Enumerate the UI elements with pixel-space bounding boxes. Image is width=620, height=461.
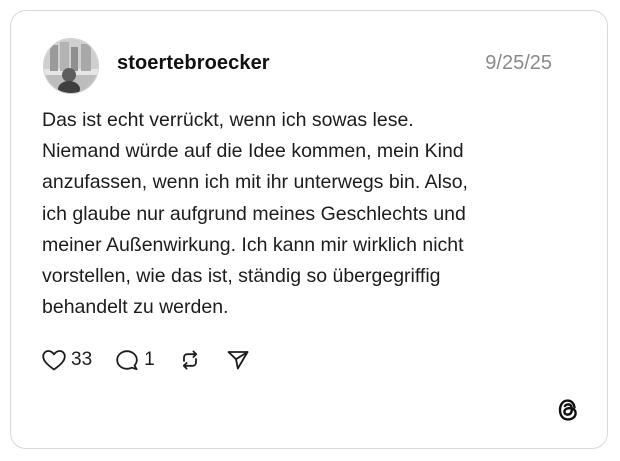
username[interactable]: stoertebroecker (117, 52, 270, 75)
threads-logo-icon[interactable] (555, 396, 581, 424)
share-icon (225, 348, 251, 372)
like-button[interactable]: 33 (41, 348, 92, 372)
post-text: Das ist echt verrückt, wenn ich sowas le… (42, 109, 468, 319)
repost-button[interactable] (177, 348, 203, 372)
post-date: 9/25/25 (485, 52, 552, 74)
repost-icon (177, 348, 203, 372)
share-button[interactable] (225, 348, 251, 372)
action-bar: 33 1 (41, 345, 273, 375)
avatar[interactable] (43, 38, 99, 94)
like-count: 33 (71, 349, 93, 370)
post-card: stoertebroecker 9/25/25 Das ist echt ver… (10, 10, 608, 449)
reply-button[interactable]: 1 (114, 348, 155, 372)
comment-icon (114, 348, 140, 372)
heart-icon (41, 348, 67, 372)
reply-count: 1 (144, 349, 155, 370)
